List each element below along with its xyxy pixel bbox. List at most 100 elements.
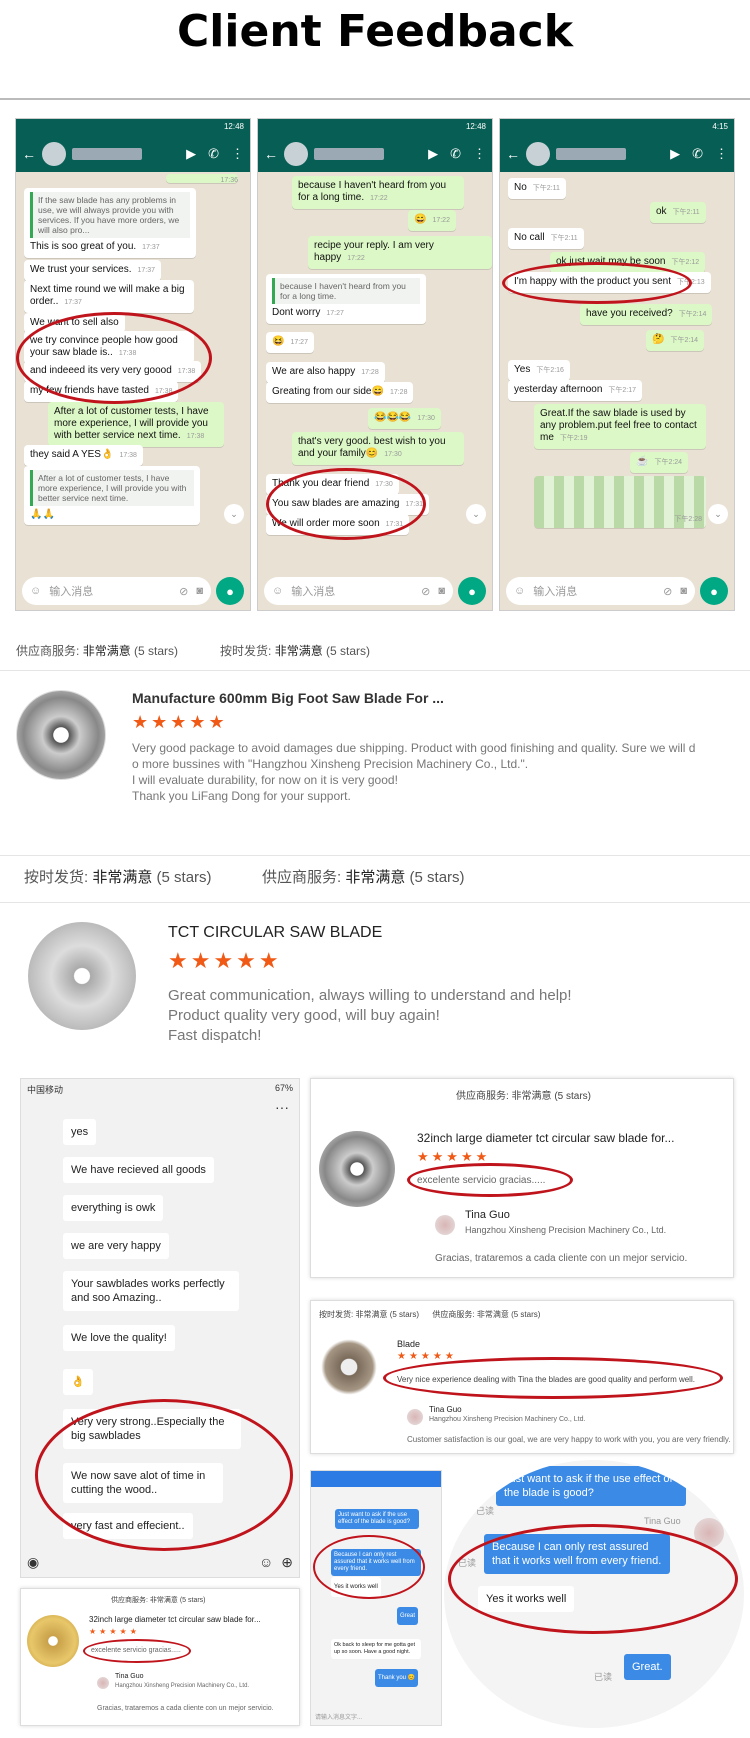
star-rating: ★★★★★: [168, 948, 282, 973]
blurred-image-message: 下午2:28: [534, 476, 706, 528]
video-call-icon[interactable]: ▶: [670, 146, 680, 162]
chat-message: Greating from our side😄 17:28: [266, 382, 414, 403]
phone-call-icon[interactable]: ✆: [208, 146, 219, 162]
product-title[interactable]: TCT CIRCULAR SAW BLADE: [168, 924, 382, 942]
message-input[interactable]: ☺ 输入消息 ⊘ ◙: [264, 577, 453, 605]
zoomed-chat: Just want to ask if the use effect of th…: [444, 1460, 744, 1728]
review-card: 按时发货: 非常满意 (5 stars) 供应商服务: 非常满意 (5 star…: [310, 1300, 734, 1454]
highlight-circle: [266, 468, 426, 540]
message-input-bar: ☺ 输入消息 ⊘ ◙ ●: [258, 572, 492, 610]
rating-supplier-service: 供应商服务: 非常满意 (5 stars): [16, 644, 179, 658]
emoji-icon: ☺: [272, 585, 284, 597]
divider: [0, 98, 750, 100]
company-name: Hangzhou Xinsheng Precision Machinery Co…: [429, 1416, 586, 1423]
scroll-down-icon[interactable]: ⌄: [224, 504, 244, 524]
product-title[interactable]: Blade: [397, 1339, 420, 1349]
camera-icon: ◙: [680, 585, 687, 597]
rating-supplier-service: 供应商服务: 非常满意 (5 stars): [262, 869, 465, 886]
chat-message: Great: [397, 1607, 419, 1625]
product-title[interactable]: 32inch large diameter tct circular saw b…: [417, 1131, 674, 1145]
more-menu-icon[interactable]: ⋮: [231, 146, 244, 162]
chat-message: everything is owk: [63, 1195, 164, 1221]
small-chat-screenshot: Just want to ask if the use effect of th…: [310, 1470, 442, 1726]
attach-icon: ⊘: [421, 585, 431, 598]
smile-emoji-icon: 😊: [365, 448, 379, 459]
gold-saw-blade-image: [27, 1615, 79, 1667]
video-call-icon[interactable]: ▶: [186, 146, 196, 162]
product-title[interactable]: 32inch large diameter tct circular saw b…: [89, 1615, 261, 1624]
grin-emoji-icon: 😄: [414, 214, 427, 225]
status-bar: 12:48: [258, 119, 492, 135]
chat-message: Just want to ask if the use effect of th…: [335, 1509, 419, 1529]
message-input[interactable]: 请输入消息文字...: [315, 1712, 362, 1721]
chat-message: No call 下午2:11: [508, 228, 584, 249]
more-menu-icon[interactable]: ⋮: [473, 146, 486, 162]
chat-message: we are very happy: [63, 1233, 169, 1259]
back-arrow-icon[interactable]: ←: [506, 146, 520, 162]
back-arrow-icon[interactable]: ←: [264, 146, 278, 162]
reply-author: Tina Guo: [115, 1673, 144, 1680]
chat-message: We are also happy 17:28: [266, 362, 385, 383]
chat-message: We love the quality!: [63, 1325, 175, 1351]
mic-icon[interactable]: ●: [216, 577, 244, 605]
chat-message: 😂😂😂 17:30: [368, 408, 441, 429]
chat-message-quote: because I haven't heard from you for a l…: [266, 274, 426, 324]
chat-message: 👌: [63, 1369, 93, 1395]
review-text: Great communication, always willing to u…: [168, 987, 572, 1044]
review-card: 供应商服务: 非常满意 (5 stars) 32inch large diame…: [310, 1078, 734, 1278]
message-input-bar: ☺ 输入消息 ⊘ ◙ ●: [16, 572, 250, 610]
avatar: [42, 141, 66, 166]
seller-reply: Gracias, trataremos a cada cliente con u…: [435, 1253, 688, 1264]
emoji-icon: ☺: [514, 585, 526, 597]
chat-area: because I haven't heard from you for a l…: [258, 172, 492, 572]
chat-message: 😆 17:27: [266, 332, 314, 353]
tct-saw-blade-image: [28, 922, 136, 1030]
chat-message: Thank you 😊: [375, 1669, 419, 1687]
chat-message: 😄 17:22: [408, 210, 456, 231]
highlight-circle: [407, 1163, 573, 1197]
review-card: 供应商服务: 非常满意 (5 stars) 32inch large diame…: [20, 1588, 300, 1726]
chat-message: that's very good. best wish to you and y…: [292, 432, 464, 465]
chat-message: yesterday afternoon 下午2:17: [508, 380, 643, 401]
product-title[interactable]: Manufacture 600mm Big Foot Saw Blade For…: [132, 690, 444, 706]
rating-header: 供应商服务: 非常满意 (5 stars): [456, 1091, 592, 1102]
seller-reply: Gracias, trataremos a cada cliente con u…: [97, 1705, 274, 1712]
message-input[interactable]: ☺ 输入消息 ⊘ ◙: [506, 577, 695, 605]
scroll-down-icon[interactable]: ⌄: [466, 504, 486, 524]
chat-message: they said A YES👌 17:38: [24, 445, 143, 466]
chat-message: Yes 下午2:16: [508, 360, 570, 381]
video-call-icon[interactable]: ▶: [428, 146, 438, 162]
phone-call-icon[interactable]: ✆: [450, 146, 461, 162]
emoji-icon: ☺: [30, 585, 42, 597]
voice-icon[interactable]: ◉: [27, 1554, 39, 1571]
highlight-circle: [83, 1639, 191, 1663]
saw-blade-image: [319, 1131, 395, 1207]
more-menu-icon[interactable]: ⋮: [715, 146, 728, 162]
chat-message: ok 下午2:11: [650, 202, 706, 223]
coffee-emoji-icon: ☕: [636, 456, 649, 467]
contact-name-blurred: [72, 147, 142, 160]
avatar: [407, 1409, 423, 1425]
highlight-circle: [16, 312, 212, 404]
message-input[interactable]: ☺ 输入消息 ⊘ ◙: [22, 577, 211, 605]
phone-call-icon[interactable]: ✆: [692, 146, 703, 162]
plus-icon[interactable]: ⊕: [281, 1554, 293, 1571]
emoji-icon[interactable]: ☺: [259, 1554, 273, 1570]
scroll-down-icon[interactable]: ⌄: [708, 504, 728, 524]
reply-author: Tina Guo: [429, 1405, 462, 1414]
avatar: [435, 1215, 455, 1235]
chat-message-quote: If the saw blade has any problems in use…: [24, 188, 196, 258]
camera-icon: ◙: [438, 585, 445, 597]
company-name: Hangzhou Xinsheng Precision Machinery Co…: [115, 1683, 250, 1689]
chat-message: because I haven't heard from you for a l…: [292, 176, 464, 209]
wechat-screenshot: 中国移动 67% ··· yes We have recieved all goo…: [20, 1078, 300, 1578]
mic-icon[interactable]: ●: [458, 577, 486, 605]
whatsapp-screenshot-3: 4:15 ← ▶ ✆ ⋮ No 下午2:11 ok 下午2:11 No call 下午2:…: [499, 118, 735, 611]
chat-message: 🤔 下午2:14: [646, 330, 705, 351]
mic-icon[interactable]: ●: [700, 577, 728, 605]
company-name: Hangzhou Xinsheng Precision Machinery Co…: [465, 1225, 667, 1235]
chat-message: Ok back to sleep for me gotta get up so …: [331, 1639, 421, 1659]
back-arrow-icon[interactable]: ←: [22, 146, 36, 162]
chat-header: ← ▶ ✆ ⋮: [16, 135, 250, 172]
rating-on-time-delivery: 按时发货: 非常满意 (5 stars): [24, 869, 212, 886]
